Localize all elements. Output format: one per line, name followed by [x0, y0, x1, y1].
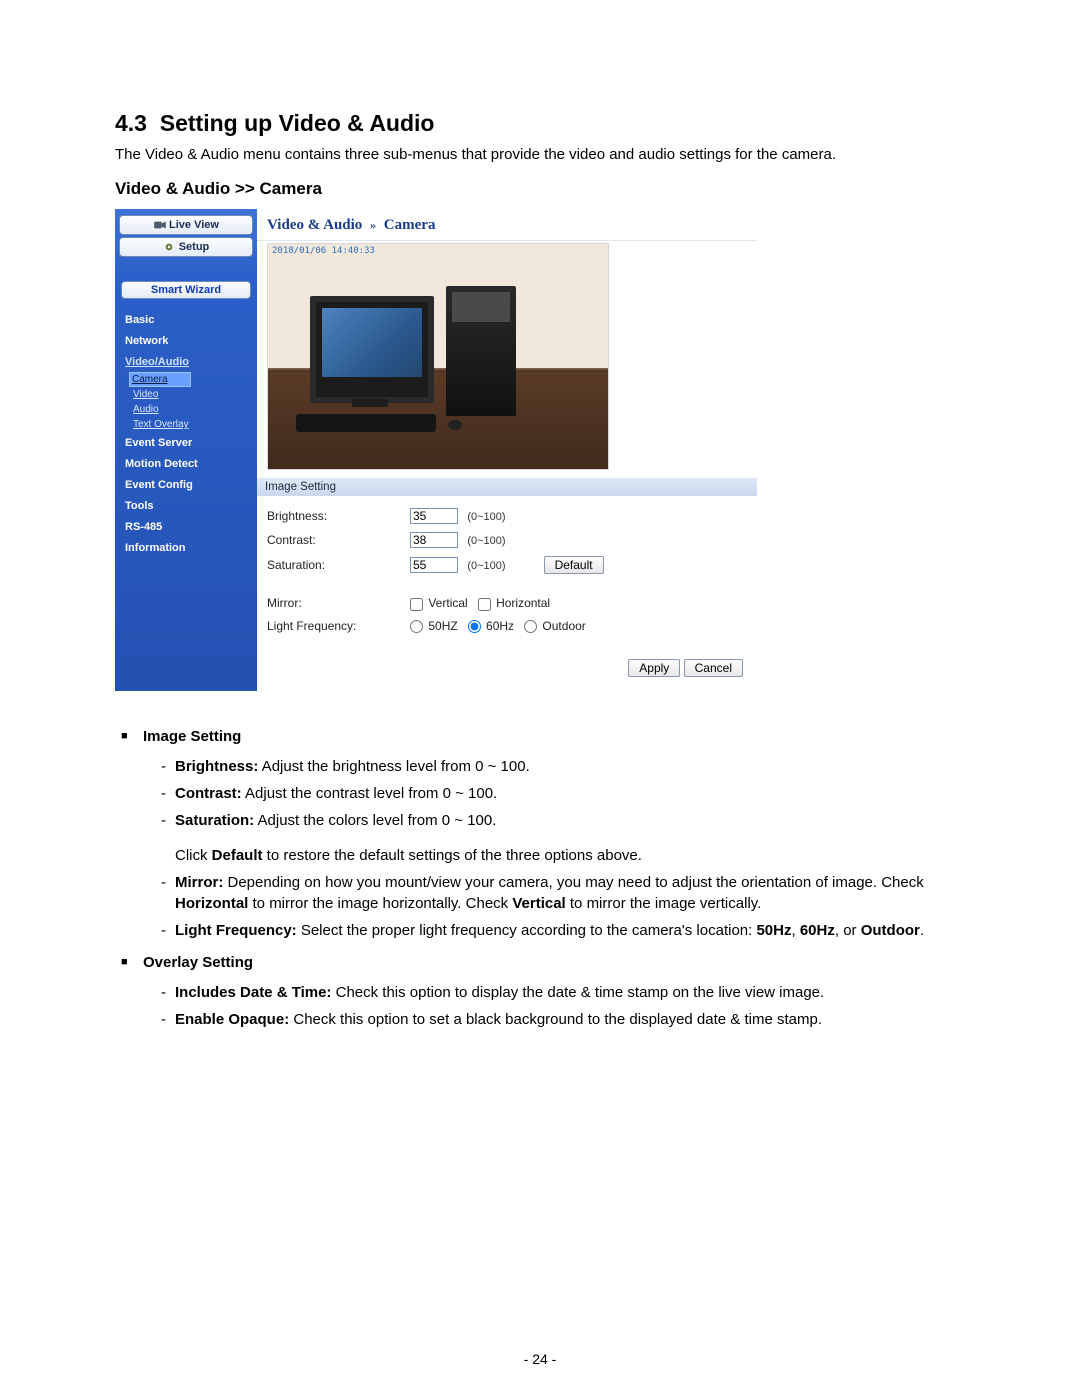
contrast-row: Contrast: (0~100): [267, 528, 612, 552]
section-title: Setting up Video & Audio: [160, 110, 435, 136]
gear-icon: [163, 242, 175, 252]
contrast-input[interactable]: [410, 532, 458, 548]
sidebar-item-motion-detect[interactable]: Motion Detect: [119, 453, 253, 474]
sidebar-item-network[interactable]: Network: [119, 330, 253, 351]
sidebar-item-event-config[interactable]: Event Config: [119, 474, 253, 495]
preview-tower-icon: [446, 286, 516, 416]
sidebar: Live View Setup Smart Wizard Basic Netwo…: [115, 209, 257, 691]
image-setting-table: Brightness: (0~100) Contrast: (0~100): [267, 504, 612, 637]
saturation-input[interactable]: [410, 557, 458, 573]
settings-panel: Video & Audio » Camera 2018/01/06 14:40:…: [257, 209, 757, 691]
mirror-horizontal-checkbox[interactable]: [478, 598, 491, 611]
smart-wizard-button[interactable]: Smart Wizard: [121, 281, 251, 299]
light-50hz-label: 50HZ: [428, 619, 457, 633]
brightness-range: (0~100): [461, 511, 505, 523]
section-number: 4.3: [115, 110, 147, 136]
sidebar-subitem-camera[interactable]: Camera: [129, 372, 191, 387]
sidebar-subitem-text-overlay[interactable]: Text Overlay: [119, 417, 253, 432]
smart-wizard-label: Smart Wizard: [151, 284, 221, 296]
mirror-row: Mirror: Vertical Horizontal: [267, 592, 612, 614]
sidebar-item-video-audio[interactable]: Video/Audio: [119, 351, 253, 372]
saturation-range: (0~100): [461, 560, 505, 572]
def-light-frequency: Light Frequency: Select the proper light…: [161, 917, 965, 944]
saturation-row: Saturation: (0~100) Default: [267, 552, 612, 578]
subsection-heading: Video & Audio >> Camera: [115, 179, 965, 199]
camera-icon: [153, 220, 165, 230]
image-setting-heading: Image Setting: [143, 726, 965, 747]
brightness-label: Brightness:: [267, 504, 410, 528]
definitions: Image Setting Brightness: Adjust the bri…: [143, 726, 965, 1033]
brightness-row: Brightness: (0~100): [267, 504, 612, 528]
action-row: Apply Cancel: [257, 639, 757, 691]
mirror-label: Mirror:: [267, 592, 410, 614]
sidebar-item-basic[interactable]: Basic: [119, 309, 253, 330]
light-60hz-radio[interactable]: [468, 620, 481, 633]
mirror-vertical-checkbox[interactable]: [410, 598, 423, 611]
def-saturation: Saturation: Adjust the colors level from…: [161, 807, 965, 834]
setup-button[interactable]: Setup: [119, 237, 253, 257]
overlay-setting-heading: Overlay Setting: [143, 952, 965, 973]
sidebar-item-rs485[interactable]: RS-485: [119, 516, 253, 537]
preview-timestamp: 2018/01/06 14:40:33: [272, 246, 375, 256]
breadcrumb-root: Video & Audio: [267, 217, 362, 233]
light-frequency-label: Light Frequency:: [267, 615, 410, 637]
default-button[interactable]: Default: [544, 556, 604, 574]
sidebar-subitem-video[interactable]: Video: [119, 387, 253, 402]
def-mirror: Mirror: Depending on how you mount/view …: [161, 869, 965, 917]
light-60hz-label: 60Hz: [486, 619, 514, 633]
def-includes-datetime: Includes Date & Time: Check this option …: [161, 979, 965, 1006]
sidebar-subitem-audio[interactable]: Audio: [119, 402, 253, 417]
page-number: - 24 -: [0, 1351, 1080, 1367]
breadcrumb-separator: »: [366, 218, 380, 232]
contrast-range: (0~100): [461, 535, 505, 547]
camera-preview-image: 2018/01/06 14:40:33: [267, 243, 609, 470]
apply-button[interactable]: Apply: [628, 659, 680, 677]
breadcrumb-leaf: Camera: [384, 217, 436, 233]
image-setting-list-2: Mirror: Depending on how you mount/view …: [143, 869, 965, 944]
sidebar-item-tools[interactable]: Tools: [119, 495, 253, 516]
section-heading: 4.3 Setting up Video & Audio: [115, 110, 965, 137]
live-view-label: Live View: [169, 219, 219, 231]
mirror-horizontal-label: Horizontal: [496, 596, 550, 610]
sidebar-item-event-server[interactable]: Event Server: [119, 432, 253, 453]
overlay-setting-list: Includes Date & Time: Check this option …: [143, 979, 965, 1033]
saturation-label: Saturation:: [267, 552, 410, 578]
light-50hz-radio[interactable]: [410, 620, 423, 633]
contrast-label: Contrast:: [267, 528, 410, 552]
setup-label: Setup: [179, 241, 210, 253]
light-frequency-row: Light Frequency: 50HZ 60Hz Outdoor: [267, 615, 612, 637]
breadcrumb: Video & Audio » Camera: [257, 209, 757, 241]
brightness-input[interactable]: [410, 508, 458, 524]
image-setting-header: Image Setting: [257, 478, 757, 496]
def-enable-opaque: Enable Opaque: Check this option to set …: [161, 1006, 965, 1033]
light-outdoor-label: Outdoor: [542, 619, 585, 633]
image-setting-list: Brightness: Adjust the brightness level …: [143, 753, 965, 834]
preview-monitor-icon: [310, 296, 434, 403]
sidebar-item-information[interactable]: Information: [119, 537, 253, 558]
mirror-vertical-label: Vertical: [428, 596, 467, 610]
camera-ui-screenshot: Live View Setup Smart Wizard Basic Netwo…: [115, 209, 757, 691]
def-contrast: Contrast: Adjust the contrast level from…: [161, 780, 965, 807]
document-page: 4.3 Setting up Video & Audio The Video &…: [0, 0, 1080, 1397]
live-view-button[interactable]: Live View: [119, 215, 253, 235]
cancel-button[interactable]: Cancel: [684, 659, 743, 677]
def-brightness: Brightness: Adjust the brightness level …: [161, 753, 965, 780]
def-default-note: Click Default to restore the default set…: [143, 842, 965, 869]
light-outdoor-radio[interactable]: [524, 620, 537, 633]
preview-keyboard-icon: [296, 414, 436, 432]
intro-paragraph: The Video & Audio menu contains three su…: [115, 145, 965, 165]
